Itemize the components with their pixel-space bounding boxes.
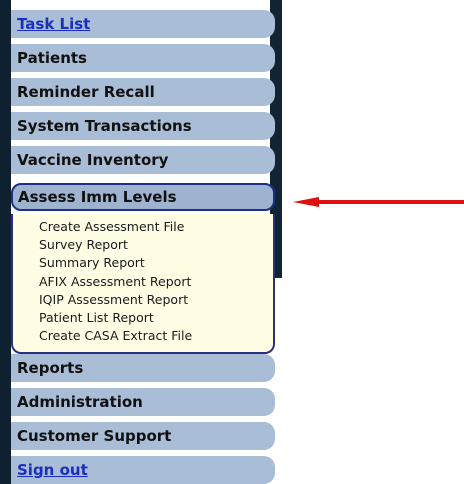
submenu-item-iqip-assessment-report[interactable]: IQIP Assessment Report [39, 291, 273, 309]
nav-item-patients[interactable]: Patients [11, 44, 275, 72]
submenu-item-create-casa-extract-file[interactable]: Create CASA Extract File [39, 327, 273, 345]
nav-item-system-transactions[interactable]: System Transactions [11, 112, 275, 140]
annotation-arrow-icon [293, 197, 464, 207]
nav-item-reports[interactable]: Reports [11, 354, 275, 382]
nav-item-reminder-recall[interactable]: Reminder Recall [11, 78, 275, 106]
nav-item-vaccine-inventory[interactable]: Vaccine Inventory [11, 146, 275, 174]
assess-imm-levels-submenu: Create Assessment File Survey Report Sum… [11, 214, 275, 354]
nav-item-sign-out[interactable]: Sign out [11, 456, 275, 484]
nav-item-customer-support[interactable]: Customer Support [11, 422, 275, 450]
submenu-item-patient-list-report[interactable]: Patient List Report [39, 309, 273, 327]
submenu-item-survey-report[interactable]: Survey Report [39, 236, 273, 254]
nav-item-assess-imm-levels[interactable]: Assess Imm Levels [11, 183, 275, 211]
left-frame-border [0, 0, 11, 484]
nav-item-task-list[interactable]: Task List [11, 10, 275, 38]
submenu-item-afix-assessment-report[interactable]: AFIX Assessment Report [39, 273, 273, 291]
submenu-item-create-assessment-file[interactable]: Create Assessment File [39, 218, 273, 236]
nav-item-administration[interactable]: Administration [11, 388, 275, 416]
submenu-item-summary-report[interactable]: Summary Report [39, 254, 273, 272]
